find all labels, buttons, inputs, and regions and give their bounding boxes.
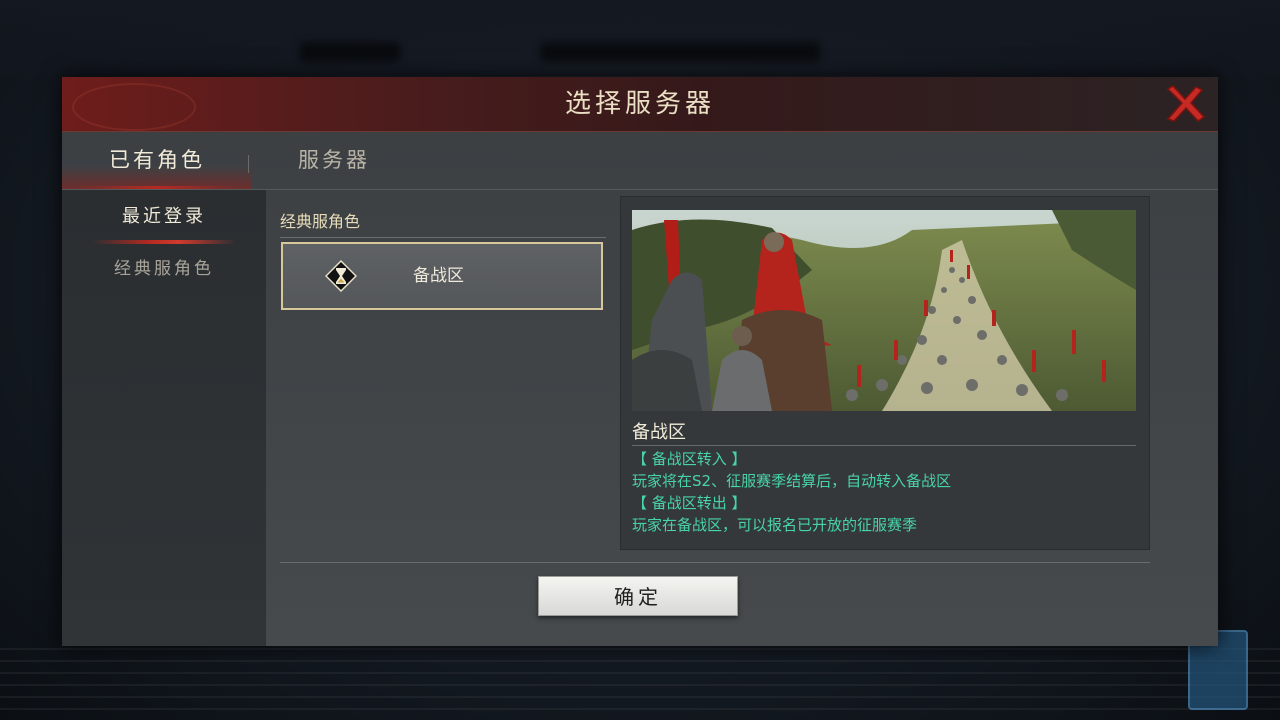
close-button[interactable] [1160,83,1208,125]
close-x-icon [1166,85,1206,122]
preview-divider [632,445,1136,446]
footer-divider [280,562,1150,563]
hourglass-icon [325,260,357,292]
preview-desc-line: 【 备战区转入 】 [632,450,747,468]
sidebar-item-recent-login[interactable]: 最近登录 [62,196,266,244]
tab-bar: 已有角色 服务器 [62,131,1218,189]
tab-divider [248,155,249,173]
tab-server[interactable]: 服务器 [298,131,418,189]
preview-title: 备战区 [632,422,686,443]
sidebar: 最近登录 经典服角色 [62,190,266,646]
server-card[interactable]: 备战区 [281,242,603,310]
preview-desc-line: 玩家在备战区，可以报名已开放的征服赛季 [632,516,918,534]
blurred-region [300,42,400,62]
sidebar-item-classic-roles[interactable]: 经典服角色 [62,248,266,290]
server-preview-panel: 备战区 【 备战区转入 】 玩家将在S2、征服赛季结算后，自动转入备战区 【 备… [620,196,1150,550]
server-preview-image [632,210,1136,411]
preview-desc-line: 【 备战区转出 】 [632,494,747,512]
background-top-bar [0,0,1280,76]
tab-existing-roles[interactable]: 已有角色 [62,131,252,189]
dialog-title: 选择服务器 [564,89,715,119]
select-server-dialog: 选择服务器 已有角色 服务器 最近登录 经典服角色 经典服角色 备战区 备战区 … [62,77,1218,646]
server-name: 备战区 [413,266,464,286]
confirm-button[interactable]: 确定 [538,576,738,616]
preview-desc-line: 玩家将在S2、征服赛季结算后，自动转入备战区 [632,472,952,490]
list-header-divider [280,237,606,238]
list-header: 经典服角色 [280,212,361,231]
background-bottom-text [0,648,1280,720]
dialog-titlebar: 选择服务器 [62,77,1218,132]
blurred-region [540,42,820,62]
